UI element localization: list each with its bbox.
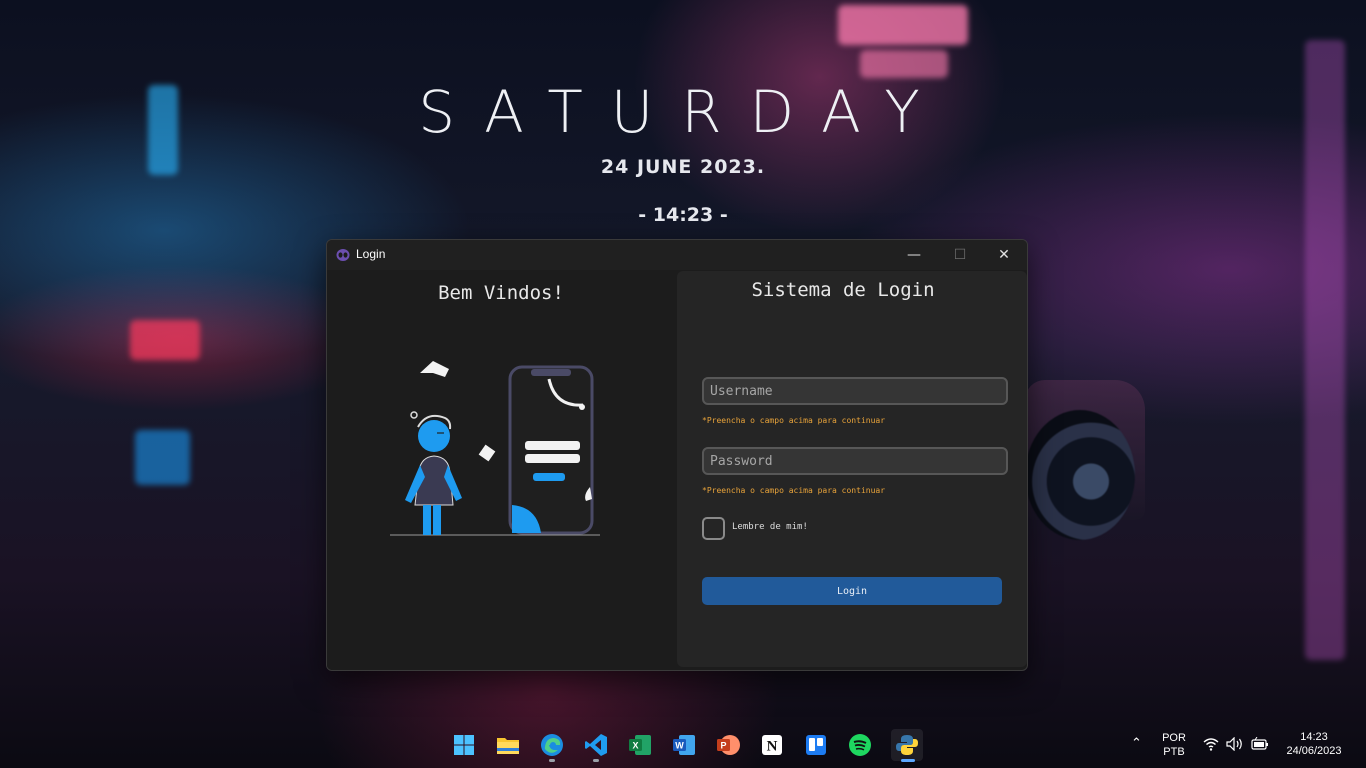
remember-me-label[interactable]: Lembre de mim! bbox=[732, 522, 808, 532]
wallpaper-light bbox=[838, 5, 968, 45]
wallpaper-light bbox=[130, 320, 200, 360]
alien-icon bbox=[336, 249, 350, 261]
login-illustration bbox=[390, 361, 600, 536]
language-code: POR bbox=[1162, 732, 1186, 744]
username-hint: *Preencha o campo acima para continuar bbox=[702, 416, 886, 425]
svg-text:W: W bbox=[675, 741, 684, 751]
notion-icon[interactable]: N bbox=[759, 732, 785, 758]
wallpaper-car-wheel bbox=[1025, 410, 1135, 540]
login-form-panel: Sistema de Login *Preencha o campo acima… bbox=[677, 271, 1027, 667]
svg-text:P: P bbox=[720, 741, 726, 751]
remember-me-checkbox[interactable] bbox=[702, 517, 725, 540]
spotify-icon[interactable] bbox=[847, 732, 873, 758]
form-title: Sistema de Login bbox=[751, 279, 935, 301]
svg-text:N: N bbox=[767, 739, 778, 755]
file-explorer-icon[interactable] bbox=[495, 732, 521, 758]
active-indicator bbox=[901, 759, 915, 762]
clock-date: 24/06/2023 bbox=[1286, 745, 1342, 757]
running-indicator bbox=[549, 759, 555, 762]
widget-day: SATURDAY bbox=[418, 78, 948, 146]
powerpoint-icon[interactable]: P bbox=[715, 732, 741, 758]
window-title: Login bbox=[356, 247, 386, 261]
language-indicator[interactable]: POR PTB bbox=[1160, 731, 1188, 759]
welcome-panel: Bem Vindos! bbox=[327, 270, 675, 670]
word-icon[interactable]: W bbox=[671, 732, 697, 758]
maximize-button[interactable]: ☐ bbox=[937, 240, 983, 270]
edge-icon[interactable] bbox=[539, 732, 565, 758]
wifi-icon[interactable] bbox=[1203, 737, 1219, 755]
minimize-button[interactable]: — bbox=[891, 240, 937, 270]
username-input[interactable] bbox=[702, 377, 1008, 405]
vscode-icon[interactable] bbox=[583, 732, 609, 758]
widget-date: 24 JUNE 2023. bbox=[600, 156, 766, 178]
svg-text:X: X bbox=[632, 741, 638, 751]
title-bar[interactable]: Login — ☐ ✕ bbox=[327, 240, 1027, 270]
excel-icon[interactable]: X bbox=[627, 732, 653, 758]
wallpaper-light bbox=[135, 430, 190, 485]
wallpaper-light bbox=[860, 50, 948, 78]
trello-icon[interactable] bbox=[803, 732, 829, 758]
login-button[interactable]: Login bbox=[702, 577, 1002, 605]
widget-time: - 14:23 - bbox=[638, 204, 728, 226]
windows-start-icon[interactable] bbox=[451, 732, 477, 758]
password-input[interactable] bbox=[702, 447, 1008, 475]
close-button[interactable]: ✕ bbox=[981, 240, 1027, 270]
password-hint: *Preencha o campo acima para continuar bbox=[702, 486, 886, 495]
battery-icon[interactable] bbox=[1251, 736, 1269, 755]
clock[interactable]: 14:23 24/06/2023 bbox=[1279, 730, 1349, 758]
login-window: Login — ☐ ✕ Bem Vindos! Sistema de Login… bbox=[326, 239, 1028, 671]
clock-time: 14:23 bbox=[1300, 731, 1328, 743]
volume-icon[interactable] bbox=[1226, 736, 1244, 755]
welcome-heading: Bem Vindos! bbox=[438, 282, 564, 304]
chevron-up-icon[interactable]: ⌃ bbox=[1131, 736, 1142, 750]
running-indicator bbox=[593, 759, 599, 762]
keyboard-layout: PTB bbox=[1163, 746, 1185, 758]
python-icon[interactable] bbox=[891, 729, 923, 761]
